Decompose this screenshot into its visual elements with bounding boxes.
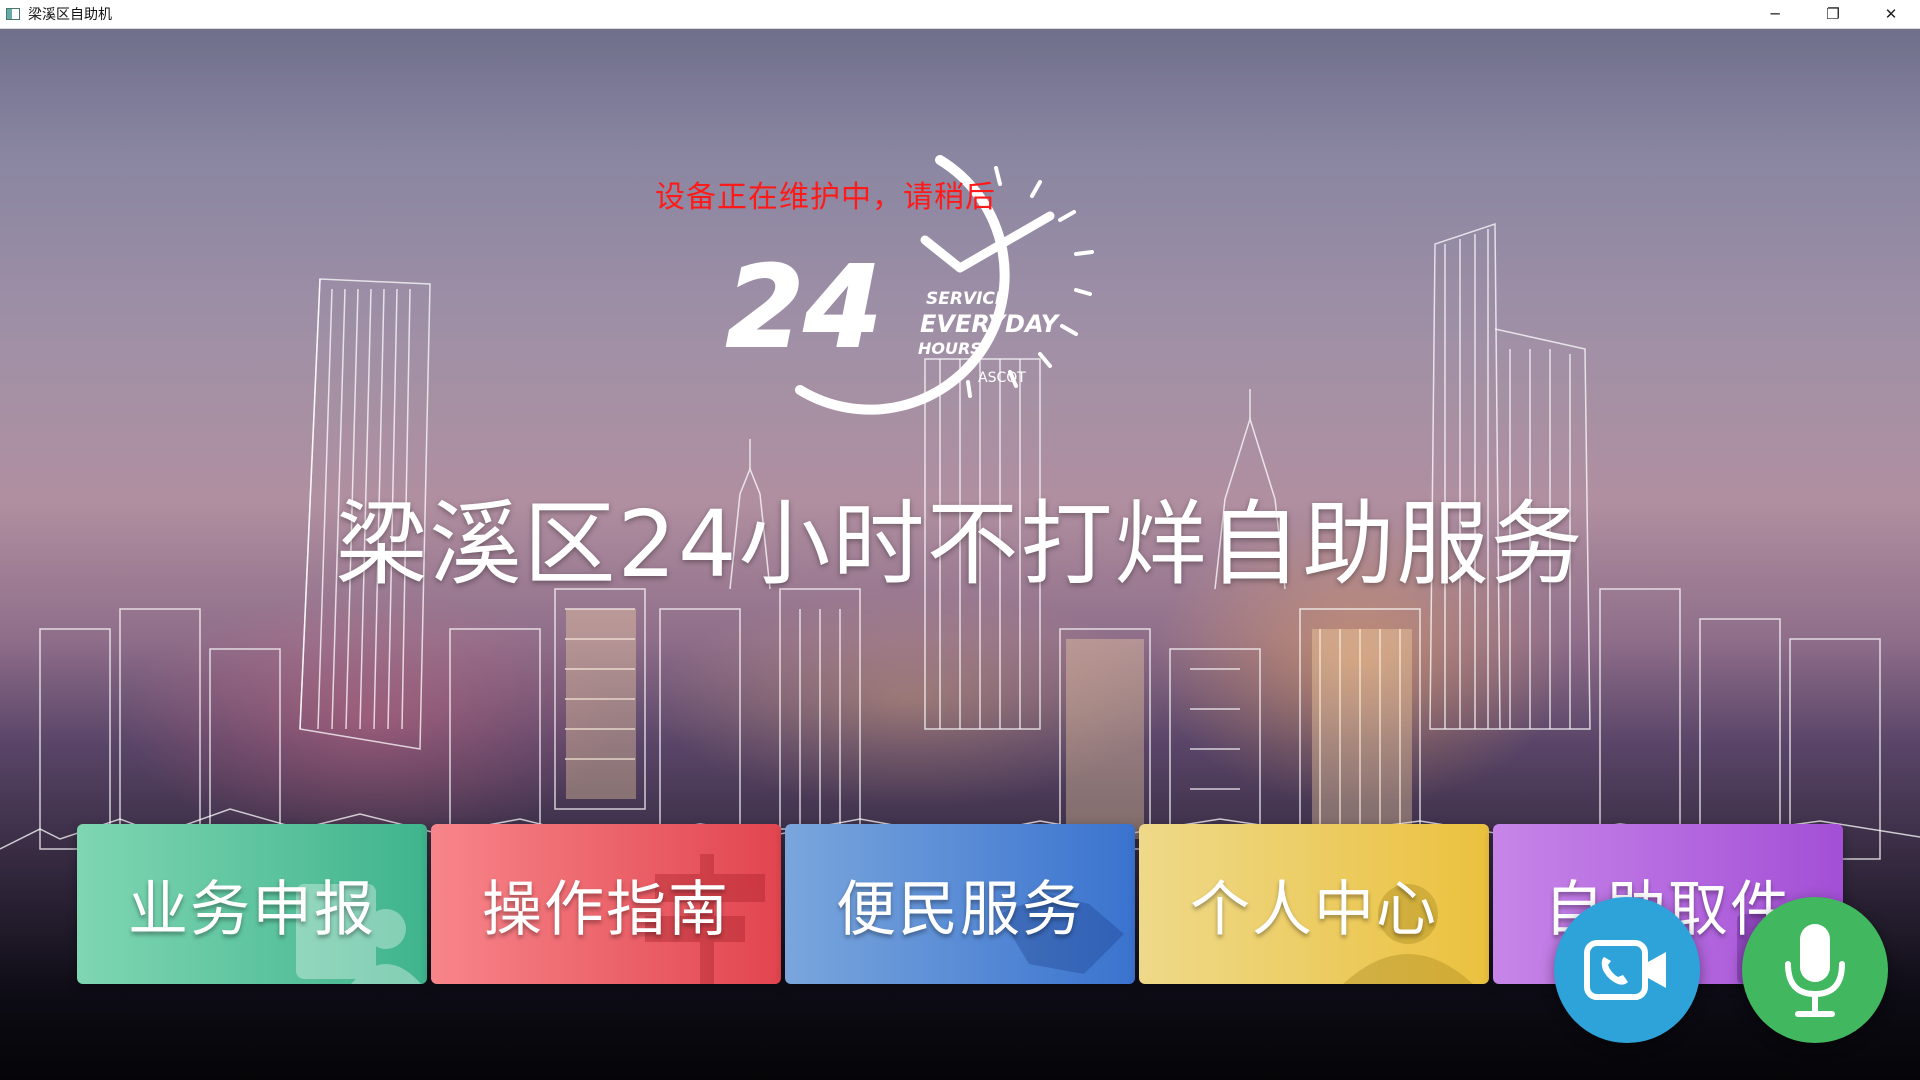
window-controls: ─ ❐ ✕: [1746, 0, 1920, 28]
title-bar: 梁溪区自助机 ─ ❐ ✕: [0, 0, 1920, 29]
window-title: 梁溪区自助机: [28, 7, 112, 23]
tile-personal-center[interactable]: 个人中心: [1139, 824, 1489, 984]
logo-line3: HOURS: [918, 339, 982, 358]
tile-label: 业务申报: [128, 874, 376, 945]
logo-number: 24: [726, 243, 882, 373]
app-icon: [6, 8, 20, 20]
tile-business-declaration[interactable]: 业务申报: [77, 824, 427, 984]
app-window: 梁溪区自助机 ─ ❐ ✕ 24 SERVICE EVERYDAY HOURS A…: [0, 0, 1920, 1080]
video-call-button[interactable]: [1554, 897, 1700, 1043]
page-title: 梁溪区24小时不打烊自助服务: [335, 491, 1585, 598]
minimize-button[interactable]: ─: [1746, 0, 1804, 28]
tile-label: 个人中心: [1190, 874, 1438, 945]
close-button[interactable]: ✕: [1862, 0, 1920, 28]
maintenance-notice: 设备正在维护中，请稍后: [655, 180, 996, 215]
logo-brand: ASCOT: [978, 370, 1026, 386]
logo-line1: SERVICE: [926, 289, 1007, 309]
microphone-icon: [1785, 924, 1845, 1017]
tile-label: 便民服务: [836, 874, 1084, 945]
voice-input-button[interactable]: [1742, 897, 1888, 1043]
tile-operation-guide[interactable]: 操作指南: [431, 824, 781, 984]
logo-line2: EVERYDAY: [920, 310, 1061, 338]
video-call-icon: [1584, 940, 1666, 1000]
restore-button[interactable]: ❐: [1804, 0, 1862, 28]
tile-label: 操作指南: [482, 874, 730, 945]
tile-convenience-services[interactable]: 便民服务: [785, 824, 1135, 984]
